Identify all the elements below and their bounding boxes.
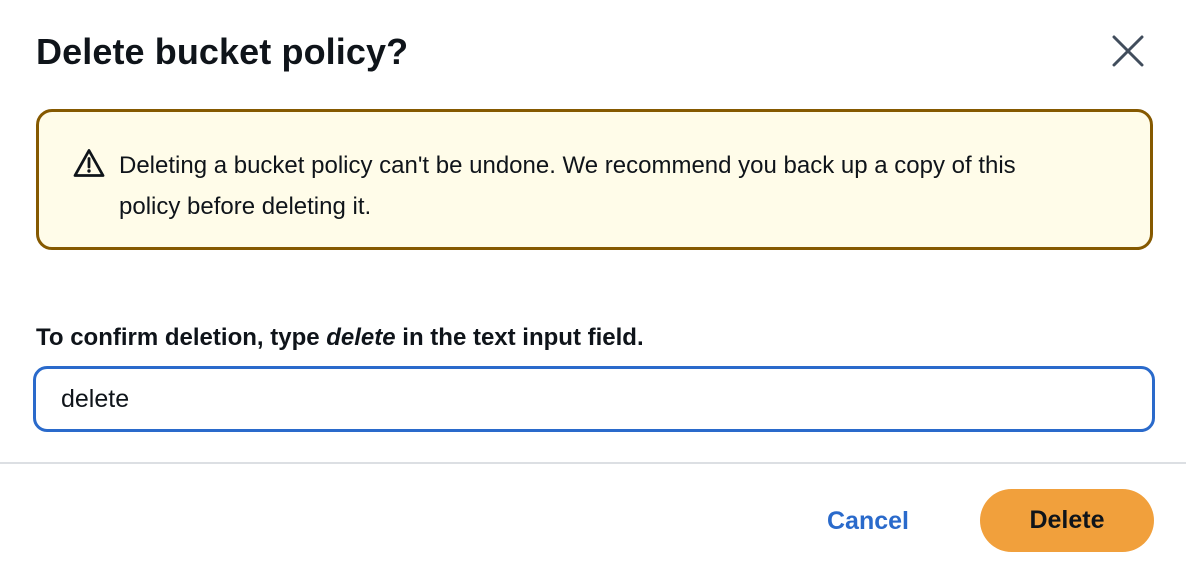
confirm-label-suffix: in the text input field.: [395, 324, 644, 351]
delete-bucket-policy-modal: Delete bucket policy? Deleting a bucket …: [0, 0, 1186, 574]
confirm-delete-input[interactable]: [33, 366, 1155, 432]
close-icon: [1111, 34, 1145, 71]
confirm-keyword: delete: [326, 324, 396, 351]
confirm-label: To confirm deletion, type delete in the …: [36, 322, 644, 354]
close-button[interactable]: [1108, 32, 1148, 72]
warning-alert: Deleting a bucket policy can't be undone…: [36, 109, 1153, 250]
modal-header: Delete bucket policy?: [36, 30, 1150, 74]
delete-button[interactable]: Delete: [980, 489, 1154, 552]
cancel-button[interactable]: Cancel: [800, 490, 936, 552]
footer-divider: [0, 462, 1186, 464]
alert-text: Deleting a bucket policy can't be undone…: [119, 152, 1016, 220]
modal-title: Delete bucket policy?: [36, 31, 409, 72]
confirm-label-prefix: To confirm deletion, type: [36, 324, 327, 351]
warning-triangle-icon: [73, 148, 105, 178]
